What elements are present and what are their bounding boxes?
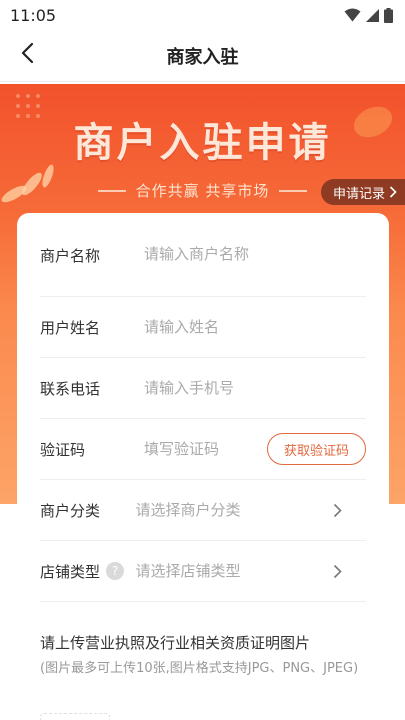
application-records-button[interactable]: 申请记录 xyxy=(320,179,405,205)
subtitle-divider-right xyxy=(279,189,308,192)
signal-icon xyxy=(366,8,379,22)
status-time: 11:05 xyxy=(10,5,57,25)
upload-title: 请上传营业执照及行业相关资质证明图片 xyxy=(40,634,311,652)
status-bar: 11:05 xyxy=(0,0,405,30)
application-records-label: 申请记录 xyxy=(332,186,385,202)
category-label: 商户分类 xyxy=(40,501,101,520)
merchant-name-row: 商户名称 xyxy=(40,245,366,297)
merchant-name-input[interactable] xyxy=(144,245,366,263)
chevron-right-icon xyxy=(329,503,346,518)
battery-icon xyxy=(384,7,393,23)
shop-type-row[interactable]: 店铺类型 ? xyxy=(40,541,366,602)
phone-label: 联系电话 xyxy=(40,379,101,398)
phone-row: 联系电话 xyxy=(40,358,366,419)
category-row[interactable]: 商户分类 xyxy=(40,480,366,541)
get-code-button[interactable]: 获取验证码 xyxy=(266,433,366,465)
shop-type-select[interactable] xyxy=(135,562,330,580)
category-select[interactable] xyxy=(135,501,330,519)
verification-code-input[interactable] xyxy=(144,440,244,458)
user-name-row: 用户姓名 xyxy=(40,297,366,358)
subtitle-divider-left xyxy=(97,189,126,192)
back-arrow-icon xyxy=(20,42,34,68)
chevron-right-icon xyxy=(389,183,397,202)
hero-title: 商户入驻申请 xyxy=(73,120,332,166)
navigation-bar: 商家入驻 xyxy=(0,30,405,82)
shop-type-label: 店铺类型 xyxy=(40,562,101,581)
verification-code-row: 验证码 获取验证码 xyxy=(40,419,366,480)
phone-input[interactable] xyxy=(144,379,366,397)
back-button[interactable] xyxy=(10,38,44,72)
wifi-icon xyxy=(344,8,361,22)
page-title: 商家入驻 xyxy=(166,46,239,68)
shop-type-label-group: 店铺类型 ? xyxy=(40,561,135,582)
hero-subtitle: 合作共赢 共享市场 xyxy=(135,182,270,200)
verification-code-label: 验证码 xyxy=(40,440,86,459)
application-form-card: 商户名称 用户姓名 联系电话 验证码 获取验证码 商户分类 店铺类型 ? 请上传… xyxy=(17,213,389,720)
chevron-right-icon xyxy=(329,564,346,579)
user-name-input[interactable] xyxy=(144,318,366,336)
help-icon[interactable]: ? xyxy=(106,562,125,580)
user-name-label: 用户姓名 xyxy=(40,318,101,337)
status-icons xyxy=(344,7,393,23)
image-upload-slot[interactable] xyxy=(40,713,110,720)
upload-note: (图片最多可上传10张,图片格式支持JPG、PNG、JPEG) xyxy=(40,661,359,676)
merchant-name-label: 商户名称 xyxy=(40,247,101,265)
